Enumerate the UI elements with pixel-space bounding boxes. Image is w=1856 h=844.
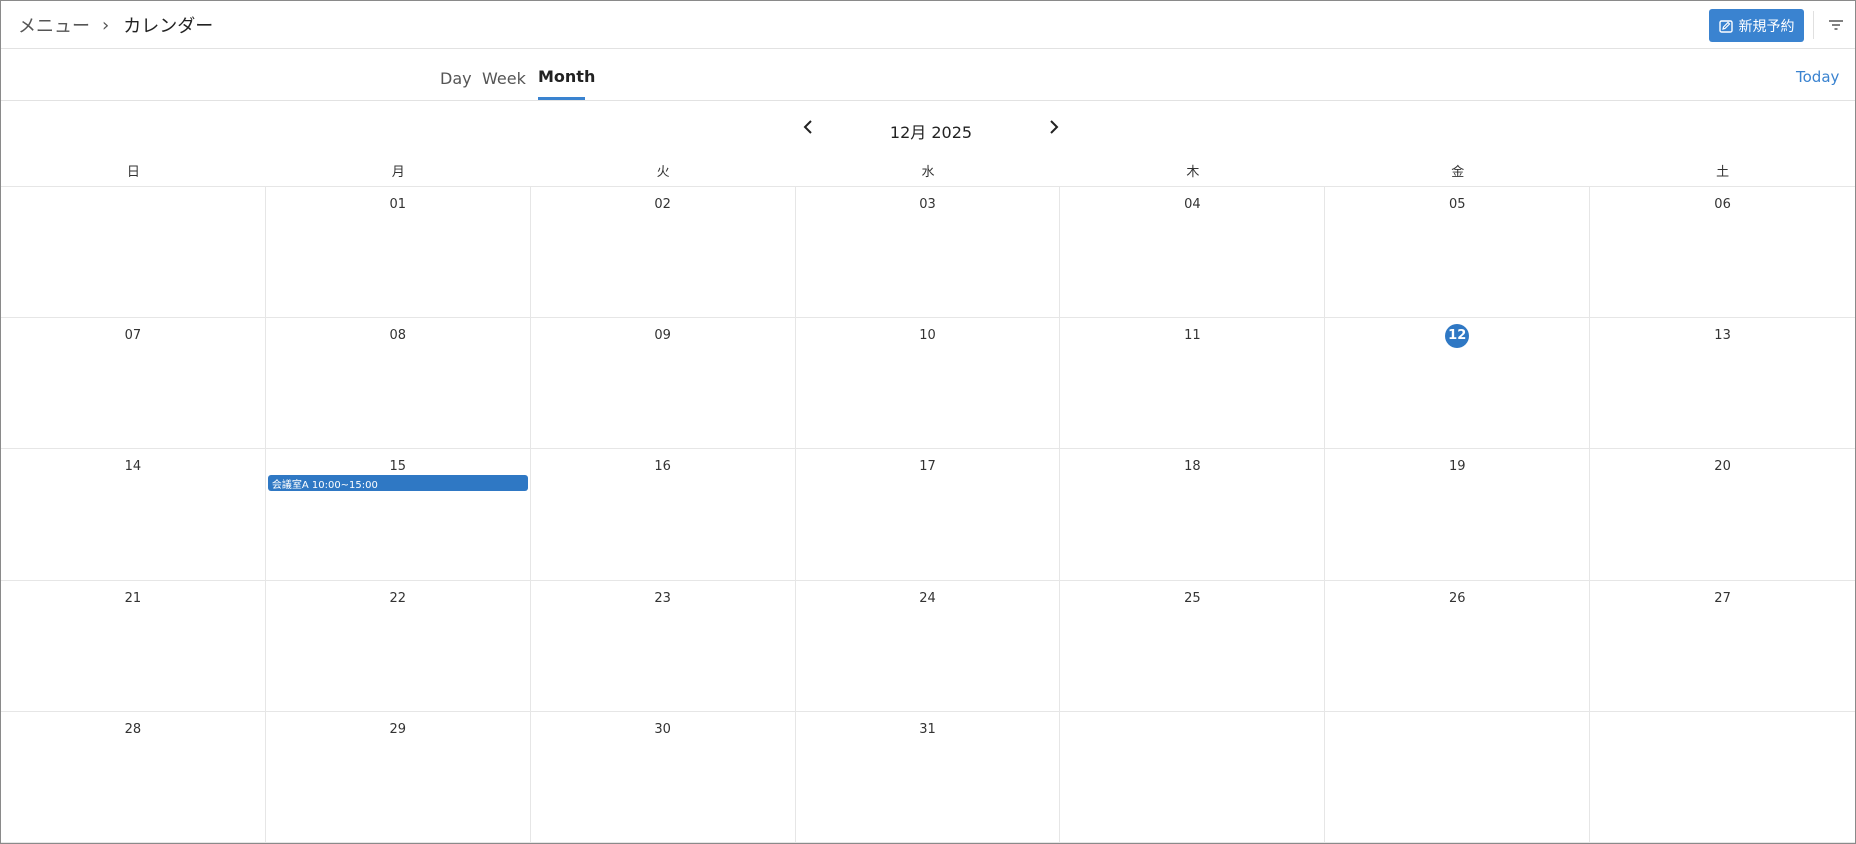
day-number: 29 [389, 721, 407, 737]
day-cell-07[interactable]: 07 [1, 318, 266, 450]
day-number: 11 [1184, 328, 1201, 344]
month-title: 12月 2025 [889, 123, 973, 142]
day-cell-05[interactable]: 05 [1325, 187, 1591, 319]
day-number: 10 [919, 328, 936, 344]
day-number: 26 [1448, 590, 1466, 606]
day-cell-03[interactable]: 03 [795, 187, 1061, 319]
day-cell-15[interactable]: 15 会議室A 10:00~15:00 [265, 449, 531, 581]
today-button[interactable]: Today [1796, 68, 1839, 86]
day-cell-25[interactable]: 25 [1060, 580, 1326, 712]
weekday-header: 日月火水木金土 [1, 155, 1855, 187]
filter-icon[interactable] [1826, 15, 1846, 35]
day-cell-18[interactable]: 18 [1060, 449, 1326, 581]
day-number: 19 [1448, 459, 1466, 475]
chevron-left-icon[interactable] [799, 117, 817, 137]
today-day-number: 12 [1325, 324, 1589, 349]
calendar-event[interactable]: 会議室A 10:00~15:00 [267, 475, 528, 492]
chevron-right-icon[interactable] [1045, 117, 1063, 137]
day-number: 21 [124, 590, 142, 606]
day-cell-14[interactable]: 14 [1, 449, 266, 581]
day-number: 01 [389, 197, 407, 212]
day-cell-28[interactable]: 28 [1, 711, 266, 843]
day-cell-04[interactable]: 04 [1060, 187, 1326, 319]
new-reservation-label: 新規予約 [1738, 18, 1795, 35]
month-navigation: 12月 2025 [1, 101, 1855, 157]
day-number: 31 [919, 721, 936, 737]
day-cell-31[interactable]: 31 [795, 711, 1061, 843]
day-cell-19[interactable]: 19 [1325, 449, 1591, 581]
calendar-app: メニュー › カレンダー 新規予約 Day Week Month Today 1… [0, 0, 1856, 844]
day-cell-13[interactable]: 13 [1590, 318, 1855, 450]
day-cell-20[interactable]: 20 [1590, 449, 1855, 581]
day-number: 23 [654, 590, 671, 606]
weekday-label: 土 [1716, 165, 1730, 180]
day-number: 06 [1714, 197, 1731, 212]
day-number: 17 [919, 459, 936, 475]
day-cell-01[interactable]: 01 [265, 187, 531, 319]
day-cell-24[interactable]: 24 [795, 580, 1061, 712]
day-cell-empty[interactable] [1590, 712, 1855, 843]
day-number: 05 [1448, 197, 1466, 212]
day-number: 07 [124, 328, 142, 344]
breadcrumb: メニュー › カレンダー [18, 12, 213, 38]
day-number: 20 [1714, 459, 1731, 475]
day-cell-16[interactable]: 16 [530, 449, 796, 581]
day-number: 03 [919, 197, 936, 212]
day-cell-08[interactable]: 08 [265, 318, 531, 450]
day-number: 13 [1714, 328, 1731, 344]
day-number: 15 [389, 459, 407, 475]
day-number: 18 [1184, 459, 1201, 475]
day-number: 09 [654, 328, 671, 344]
breadcrumb-menu-link[interactable]: メニュー [18, 12, 90, 38]
day-number: 27 [1714, 590, 1731, 606]
day-number: 25 [1184, 590, 1201, 606]
day-cell-10[interactable]: 10 [795, 318, 1061, 450]
day-cell-23[interactable]: 23 [530, 580, 796, 712]
tab-day[interactable]: Day [440, 69, 472, 88]
day-cell-11[interactable]: 11 [1060, 318, 1326, 450]
day-number: 02 [654, 197, 671, 212]
day-cell-26[interactable]: 26 [1325, 580, 1591, 712]
day-cell-21[interactable]: 21 [1, 580, 266, 712]
day-number: 14 [124, 459, 142, 475]
app-header: メニュー › カレンダー 新規予約 [1, 1, 1855, 49]
calendar-edit-icon [1718, 19, 1733, 33]
weekday-label: 金 [1451, 165, 1465, 180]
month-grid: 01 02 03 04 05 06 07 08 09 10 11 12 13 14 15 会議室A 10:00… [1, 187, 1855, 843]
day-cell-22[interactable]: 22 [265, 580, 531, 712]
day-cell-12[interactable]: 12 [1325, 318, 1591, 450]
day-number: 28 [124, 721, 142, 737]
new-reservation-button[interactable]: 新規予約 [1709, 9, 1804, 42]
breadcrumb-separator: › [102, 14, 110, 36]
day-number: 04 [1184, 197, 1201, 212]
weekday-label: 月 [391, 165, 405, 180]
day-cell-30[interactable]: 30 [530, 711, 796, 843]
active-tab-indicator [538, 97, 585, 100]
weekday-label: 火 [656, 165, 670, 180]
breadcrumb-current: カレンダー [123, 16, 214, 37]
day-cell-17[interactable]: 17 [795, 449, 1061, 581]
day-number: 30 [654, 721, 671, 737]
day-cell-09[interactable]: 09 [530, 318, 796, 450]
day-cell-02[interactable]: 02 [530, 187, 796, 319]
day-number: 08 [389, 328, 407, 344]
weekday-label: 日 [126, 165, 140, 180]
day-cell-empty[interactable] [1060, 711, 1326, 843]
weekday-label: 木 [1186, 165, 1200, 180]
day-cell-27[interactable]: 27 [1590, 581, 1855, 712]
tab-month[interactable]: Month [538, 67, 595, 86]
day-number: 22 [389, 590, 407, 606]
day-cell-empty[interactable] [1325, 711, 1591, 843]
header-divider [1813, 11, 1814, 39]
view-tabs: Day Week Month Today [1, 49, 1855, 101]
day-cell-empty[interactable] [1, 187, 266, 319]
weekday-label: 水 [921, 165, 935, 180]
day-number: 24 [919, 590, 936, 606]
day-number: 16 [654, 459, 671, 475]
day-cell-29[interactable]: 29 [265, 711, 531, 843]
tab-week[interactable]: Week [482, 69, 526, 88]
day-cell-06[interactable]: 06 [1590, 187, 1855, 319]
